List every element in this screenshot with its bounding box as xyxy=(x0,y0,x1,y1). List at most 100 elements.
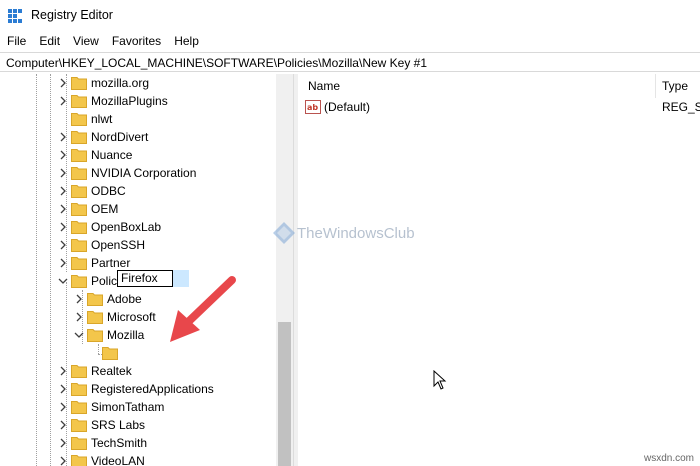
tree-item-label: VideoLAN xyxy=(91,454,145,466)
tree-scrollbar[interactable] xyxy=(276,74,293,466)
menu-file[interactable]: File xyxy=(0,31,32,51)
tree-scrollbar-thumb[interactable] xyxy=(278,322,291,466)
watermark: TheWindowsClub xyxy=(273,222,415,244)
tree-item-label: Mozilla xyxy=(107,328,145,342)
tree-item-nuance[interactable]: Nuance xyxy=(0,146,276,164)
folder-icon xyxy=(71,221,87,234)
tree-item-label: Realtek xyxy=(91,364,132,378)
tree-item-label: nlwt xyxy=(91,112,113,126)
values-list[interactable]: Name Type ab (Default) REG_SZ xyxy=(298,74,700,466)
chevron-right-icon[interactable] xyxy=(57,437,69,449)
tree-item-nvidia-corporation[interactable]: NVIDIA Corporation xyxy=(0,164,276,182)
folder-icon xyxy=(71,113,87,126)
chevron-down-icon[interactable] xyxy=(57,275,69,287)
chevron-down-icon[interactable] xyxy=(73,329,85,341)
chevron-right-icon[interactable] xyxy=(57,77,69,89)
chevron-right-icon[interactable] xyxy=(57,131,69,143)
menu-view[interactable]: View xyxy=(66,31,105,51)
column-separator[interactable] xyxy=(655,74,656,98)
chevron-right-icon[interactable] xyxy=(57,455,69,466)
chevron-right-icon[interactable] xyxy=(57,167,69,179)
chevron-right-icon[interactable] xyxy=(57,203,69,215)
folder-icon xyxy=(87,311,103,324)
folder-icon xyxy=(87,329,103,342)
folder-icon xyxy=(71,185,87,198)
tree-item-label: TechSmith xyxy=(91,436,148,450)
tree-item-oem[interactable]: OEM xyxy=(0,200,276,218)
tree-item-videolan[interactable]: VideoLAN xyxy=(0,452,276,466)
chevron-right-icon[interactable] xyxy=(57,383,69,395)
value-name: (Default) xyxy=(324,100,371,114)
column-header-name[interactable]: Name xyxy=(308,74,340,98)
tree-item-mozilla-org[interactable]: mozilla.org xyxy=(0,74,276,92)
window-title: Registry Editor xyxy=(31,8,113,22)
tree-item-label: Adobe xyxy=(107,292,142,306)
folder-icon xyxy=(71,401,87,414)
folder-icon xyxy=(71,167,87,180)
mouse-cursor-icon xyxy=(433,370,447,390)
tree-item-label: OEM xyxy=(91,202,119,216)
tree-item-label: NordDivert xyxy=(91,130,149,144)
tree-item-openssh[interactable]: OpenSSH xyxy=(0,236,276,254)
chevron-right-icon[interactable] xyxy=(57,365,69,377)
chevron-right-icon[interactable] xyxy=(57,239,69,251)
chevron-right-icon[interactable] xyxy=(57,185,69,197)
address-bar[interactable]: Computer\HKEY_LOCAL_MACHINE\SOFTWARE\Pol… xyxy=(0,52,700,72)
tree-item-norddivert[interactable]: NordDivert xyxy=(0,128,276,146)
tree-item-label: Microsoft xyxy=(107,310,156,324)
tree-item-openboxlab[interactable]: OpenBoxLab xyxy=(0,218,276,236)
menu-bar: File Edit View Favorites Help xyxy=(0,31,700,51)
folder-icon xyxy=(71,77,87,90)
menu-help[interactable]: Help xyxy=(167,31,205,51)
chevron-right-icon[interactable] xyxy=(73,293,85,305)
folder-icon xyxy=(71,383,87,396)
chevron-right-icon[interactable] xyxy=(57,419,69,431)
folder-icon xyxy=(71,239,87,252)
tree-item-label: SimonTatham xyxy=(91,400,165,414)
menu-edit[interactable]: Edit xyxy=(32,31,66,51)
tree-item-label: SRS Labs xyxy=(91,418,146,432)
tree-item-nlwt[interactable]: nlwt xyxy=(0,110,276,128)
chevron-right-icon[interactable] xyxy=(73,311,85,323)
watermark-logo-icon xyxy=(273,222,295,244)
tree-item-label: ODBC xyxy=(91,184,126,198)
tree-item-label: MozillaPlugins xyxy=(91,94,168,108)
chevron-right-icon[interactable] xyxy=(57,221,69,233)
column-header-type[interactable]: Type xyxy=(662,74,688,98)
tree-item-realtek[interactable]: Realtek xyxy=(0,362,276,380)
folder-icon xyxy=(71,203,87,216)
folder-icon xyxy=(71,149,87,162)
tree-item-simontatham[interactable]: SimonTatham xyxy=(0,398,276,416)
tree-item-label: mozilla.org xyxy=(91,76,150,90)
tree-item-registeredapplications[interactable]: RegisteredApplications xyxy=(0,380,276,398)
menu-favorites[interactable]: Favorites xyxy=(105,31,167,51)
value-type: REG_SZ xyxy=(662,100,700,114)
string-value-icon: ab xyxy=(305,100,321,114)
folder-icon xyxy=(71,455,87,466)
chevron-right-icon[interactable] xyxy=(57,257,69,269)
red-arrow-annotation xyxy=(170,276,236,342)
tree-item-label: OpenBoxLab xyxy=(91,220,162,234)
tree-item-srs-labs[interactable]: SRS Labs xyxy=(0,416,276,434)
chevron-right-icon[interactable] xyxy=(57,95,69,107)
chevron-right-icon[interactable] xyxy=(57,149,69,161)
registry-editor-app-icon xyxy=(8,9,22,23)
folder-icon xyxy=(102,347,118,360)
folder-icon xyxy=(71,95,87,108)
folder-icon xyxy=(71,437,87,450)
tree-item-label: Partner xyxy=(91,256,131,270)
site-watermark: wsxdn.com xyxy=(643,453,694,464)
folder-icon xyxy=(71,131,87,144)
tree-item-techsmith[interactable]: TechSmith xyxy=(0,434,276,452)
folder-icon xyxy=(71,275,87,288)
tree-item-label: NVIDIA Corporation xyxy=(91,166,197,180)
list-row[interactable]: ab (Default) REG_SZ xyxy=(298,98,700,116)
chevron-right-icon[interactable] xyxy=(57,401,69,413)
tree-item-odbc[interactable]: ODBC xyxy=(0,182,276,200)
tree-item-label: RegisteredApplications xyxy=(91,382,214,396)
folder-icon xyxy=(71,365,87,378)
folder-icon xyxy=(71,419,87,432)
watermark-text: TheWindowsClub xyxy=(297,224,415,242)
tree-item-label: Nuance xyxy=(91,148,133,162)
tree-item-mozillaplugins[interactable]: MozillaPlugins xyxy=(0,92,276,110)
